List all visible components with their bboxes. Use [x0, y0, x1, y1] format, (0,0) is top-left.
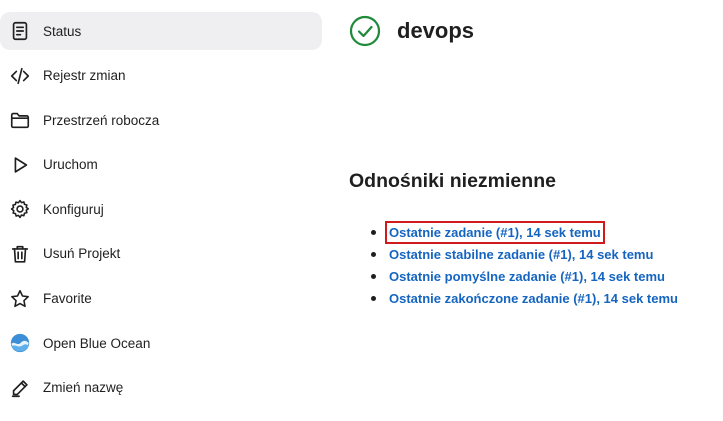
play-icon [9, 154, 31, 176]
sidebar-item-label: Open Blue Ocean [43, 335, 151, 351]
sidebar-item-favorite[interactable]: Favorite [0, 280, 322, 318]
sidebar-item-configure[interactable]: Konfiguruj [0, 190, 322, 228]
permalink-last-build[interactable]: Ostatnie zadanie (#1), 14 sek temu [385, 221, 605, 244]
blue-ocean-icon [9, 332, 31, 354]
permalink-last-completed-build[interactable]: Ostatnie zakończone zadanie (#1), 14 sek… [389, 291, 678, 306]
sidebar-item-build[interactable]: Uruchom [0, 146, 322, 184]
permalink-last-stable-build[interactable]: Ostatnie stabilne zadanie (#1), 14 sek t… [389, 247, 653, 262]
sidebar-item-label: Konfiguruj [43, 201, 104, 217]
permalinks-list: Ostatnie zadanie (#1), 14 sek temu Ostat… [371, 221, 678, 312]
sidebar-item-label: Rejestr zmian [43, 68, 126, 84]
trash-icon [9, 243, 31, 265]
sidebar-item-label: Uruchom [43, 157, 98, 173]
success-check-icon [349, 15, 381, 47]
star-icon [9, 288, 31, 310]
permalink-last-successful-build[interactable]: Ostatnie pomyślne zadanie (#1), 14 sek t… [389, 269, 665, 284]
sidebar-item-label: Favorite [43, 291, 92, 307]
jenkins-job-page: Status Rejestr zmian Przestrzeń robocza [0, 0, 723, 421]
pencil-icon [9, 377, 31, 399]
list-item: Ostatnie zakończone zadanie (#1), 14 sek… [371, 290, 678, 312]
gear-icon [9, 198, 31, 220]
list-item: Ostatnie stabilne zadanie (#1), 14 sek t… [371, 246, 678, 268]
sidebar: Status Rejestr zmian Przestrzeń robocza [0, 12, 322, 413]
sidebar-item-label: Przestrzeń robocza [43, 112, 160, 128]
sidebar-item-changes[interactable]: Rejestr zmian [0, 57, 322, 95]
sidebar-item-rename[interactable]: Zmień nazwę [0, 369, 322, 407]
sidebar-item-blue-ocean[interactable]: Open Blue Ocean [0, 324, 322, 362]
list-item: Ostatnie pomyślne zadanie (#1), 14 sek t… [371, 268, 678, 290]
folder-icon [9, 109, 31, 131]
sidebar-item-delete-project[interactable]: Usuń Projekt [0, 235, 322, 273]
permalinks-heading: Odnośniki niezmienne [349, 170, 556, 192]
list-item: Ostatnie zadanie (#1), 14 sek temu [371, 221, 678, 246]
sidebar-item-workspace[interactable]: Przestrzeń robocza [0, 101, 322, 139]
sidebar-item-status[interactable]: Status [0, 12, 322, 50]
main-panel: devops Odnośniki niezmienne Ostatnie zad… [349, 0, 723, 421]
job-header: devops [349, 15, 474, 47]
status-document-icon [9, 20, 31, 42]
sidebar-item-label: Zmień nazwę [43, 380, 124, 396]
page-title: devops [397, 18, 475, 43]
sidebar-item-label: Usuń Projekt [43, 246, 121, 262]
code-icon [9, 65, 31, 87]
sidebar-item-label: Status [43, 23, 82, 39]
